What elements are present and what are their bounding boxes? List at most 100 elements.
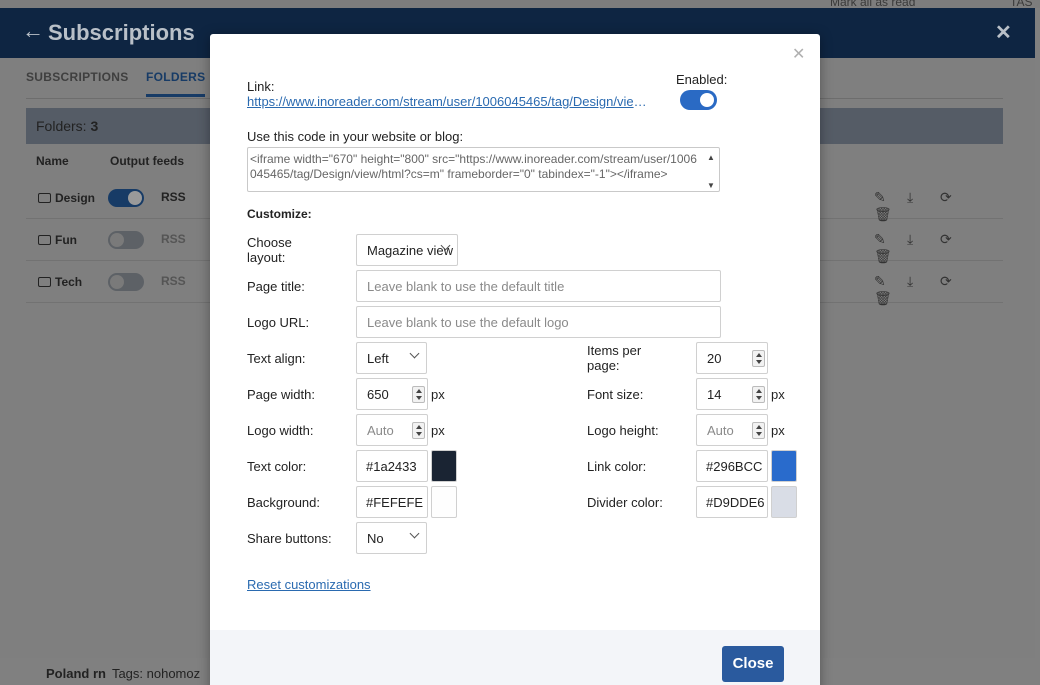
stepper-icon[interactable] xyxy=(752,422,765,439)
delete-icon[interactable]: 🗑 xyxy=(874,290,907,307)
page-width-value: 650 xyxy=(367,387,389,402)
enabled-toggle[interactable] xyxy=(680,90,717,110)
reset-customizations-link[interactable]: Reset customizations xyxy=(247,577,371,592)
folders-count-label: Folders: xyxy=(36,118,87,134)
tab-folders[interactable]: FOLDERS xyxy=(146,70,206,97)
tab-subscriptions[interactable]: SUBSCRIPTIONS xyxy=(26,70,129,84)
edit-icon[interactable]: ✎ xyxy=(874,273,907,290)
edit-icon[interactable]: ✎ xyxy=(874,189,907,206)
divider-color-label: Divider color: xyxy=(587,495,663,510)
logo-height-placeholder: Auto xyxy=(707,423,734,438)
folder-output-toggle[interactable] xyxy=(108,189,144,207)
share-buttons-select[interactable]: No xyxy=(356,522,427,554)
folder-actions: ✎ ⤓ ⟳🗑 xyxy=(874,189,1003,223)
sync-icon[interactable]: ⟳ xyxy=(940,231,973,248)
download-icon[interactable]: ⤓ xyxy=(907,273,940,290)
folders-count-value: 3 xyxy=(90,118,99,134)
folder-label-fun: Fun xyxy=(55,233,77,247)
text-color-swatch[interactable] xyxy=(431,450,457,482)
text-align-value: Left xyxy=(367,351,389,366)
sync-icon[interactable]: ⟳ xyxy=(940,273,973,290)
embed-code-label: Use this code in your website or blog: xyxy=(247,129,464,144)
customize-heading: Customize: xyxy=(247,207,312,221)
logo-width-input[interactable]: Auto xyxy=(356,414,428,446)
page-width-input[interactable]: 650 xyxy=(356,378,428,410)
folder-icon xyxy=(38,193,51,203)
items-per-page-label: Items per page: xyxy=(587,343,642,373)
link-color-input[interactable]: #296BCC xyxy=(696,450,768,482)
view-settings-dialog: ✕ Link: https://www.inoreader.com/stream… xyxy=(210,34,820,685)
close-button[interactable]: Close xyxy=(722,646,784,682)
folder-name: Fun xyxy=(38,233,77,247)
folder-name: Tech xyxy=(38,275,82,289)
download-icon[interactable]: ⤓ xyxy=(907,189,940,206)
link-color-swatch[interactable] xyxy=(771,450,797,482)
rss-link[interactable]: RSS xyxy=(161,232,186,246)
text-color-input[interactable]: #1a2433 xyxy=(356,450,428,482)
logo-width-unit: px xyxy=(431,423,445,438)
scroll-up-icon[interactable]: ▲ xyxy=(707,150,715,165)
edit-icon[interactable]: ✎ xyxy=(874,231,907,248)
chevron-down-icon xyxy=(409,528,420,539)
logo-height-input[interactable]: Auto xyxy=(696,414,768,446)
font-size-unit: px xyxy=(771,387,785,402)
chevron-down-icon xyxy=(409,348,420,359)
background-color-swatch[interactable] xyxy=(431,486,457,518)
page-width-label: Page width: xyxy=(247,387,315,402)
folder-label-design: Design xyxy=(55,191,96,205)
logo-width-label: Logo width: xyxy=(247,423,314,438)
background-color-input[interactable]: #FEFEFE xyxy=(356,486,428,518)
background-color-label: Background: xyxy=(247,495,320,510)
scroll-down-icon[interactable]: ▼ xyxy=(707,178,715,191)
page-title-label: Page title: xyxy=(247,279,305,294)
folder-label-tech: Tech xyxy=(55,275,83,289)
text-color-value: #1a2433 xyxy=(366,459,417,474)
column-output-header: Output feeds xyxy=(110,154,184,168)
stepper-icon[interactable] xyxy=(412,422,425,439)
divider-color-input[interactable]: #D9DDE6 xyxy=(696,486,768,518)
back-arrow-icon[interactable]: ← xyxy=(22,18,44,44)
logo-height-label: Logo height: xyxy=(587,423,659,438)
layout-select[interactable]: Magazine view xyxy=(356,234,458,266)
code-scrollbar[interactable]: ▲ ▼ xyxy=(705,149,718,190)
logo-url-input[interactable] xyxy=(356,306,721,338)
items-per-page-input[interactable]: 20 xyxy=(696,342,768,374)
stepper-icon[interactable] xyxy=(412,386,425,403)
stepper-icon[interactable] xyxy=(752,350,765,367)
text-align-select[interactable]: Left xyxy=(356,342,427,374)
font-size-input[interactable]: 14 xyxy=(696,378,768,410)
divider-color-swatch[interactable] xyxy=(771,486,797,518)
close-panel-icon[interactable]: ✕ xyxy=(995,20,1012,45)
embed-code-textarea[interactable]: <iframe width="670" height="800" src="ht… xyxy=(247,147,720,192)
layout-label: Choose layout: xyxy=(247,235,292,265)
logo-height-unit: px xyxy=(771,423,785,438)
text-align-label: Text align: xyxy=(247,351,306,366)
stepper-icon[interactable] xyxy=(752,386,765,403)
link-color-value: #296BCC xyxy=(706,459,763,474)
background-color-value: #FEFEFE xyxy=(366,495,424,510)
folder-output-toggle[interactable] xyxy=(108,273,144,291)
rss-link[interactable]: RSS xyxy=(161,190,186,204)
folder-icon xyxy=(38,235,51,245)
folder-actions: ✎ ⤓ ⟳ 🗑 xyxy=(874,273,1003,307)
folder-output-toggle[interactable] xyxy=(108,231,144,249)
download-icon[interactable]: ⤓ xyxy=(907,231,940,248)
column-name-header: Name xyxy=(36,154,69,168)
page-title-input[interactable] xyxy=(356,270,721,302)
folder-actions: ✎ ⤓ ⟳🗑 xyxy=(874,231,1003,265)
article-peek-title: Poland rn xyxy=(46,666,106,681)
background-top-bar: Mark all as read TAS xyxy=(0,0,1040,9)
dialog-close-icon[interactable]: ✕ xyxy=(792,44,805,64)
view-link-url[interactable]: https://www.inoreader.com/stream/user/10… xyxy=(247,94,653,109)
logo-url-label: Logo URL: xyxy=(247,315,310,330)
font-size-label: Font size: xyxy=(587,387,644,402)
subscriptions-title: Subscriptions xyxy=(48,20,195,45)
enabled-label: Enabled: xyxy=(676,72,728,87)
font-size-value: 14 xyxy=(707,387,722,402)
article-peek: Poland rn Tags: nohomoz xyxy=(46,666,200,681)
embed-code-text: <iframe width="670" height="800" src="ht… xyxy=(250,152,697,181)
rss-link[interactable]: RSS xyxy=(161,274,186,288)
page-width-unit: px xyxy=(431,387,445,402)
divider-color-value: #D9DDE6 xyxy=(706,495,765,510)
sync-icon[interactable]: ⟳ xyxy=(940,189,973,206)
